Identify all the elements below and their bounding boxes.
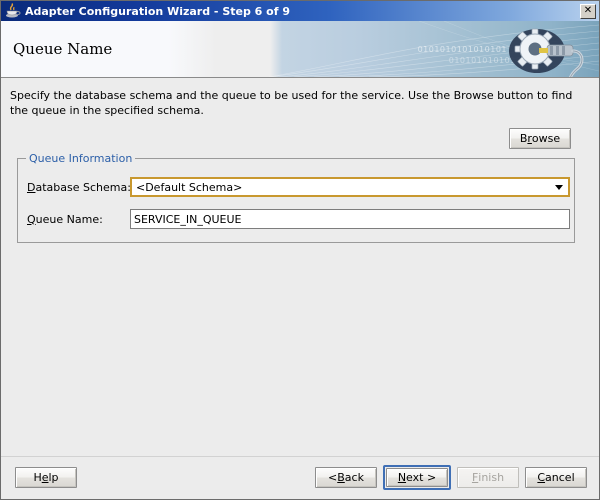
queue-name-input[interactable] — [130, 209, 570, 229]
java-cup-icon — [5, 3, 21, 19]
finish-button: Finish — [457, 467, 519, 488]
next-label-post: ext > — [406, 471, 437, 484]
banner-binary-text: 0101010101010101 — [417, 45, 507, 54]
page-title: Queue Name — [13, 40, 113, 58]
page-description: Specify the database schema and the queu… — [10, 89, 573, 117]
queue-name-label-text: ueue Name: — [35, 212, 103, 226]
queue-information-group: Queue Information Database Schema: <Defa… — [17, 152, 575, 243]
close-icon[interactable]: ✕ — [580, 3, 596, 19]
footer-button-bar: He lp < Back Next > Finish Cancel — [1, 456, 599, 499]
cancel-button[interactable]: Cancel — [525, 467, 587, 488]
next-button[interactable]: Next > — [386, 468, 448, 487]
help-label-pre: H — [33, 471, 42, 484]
cancel-label-post: ancel — [545, 471, 575, 484]
database-schema-row: Database Schema: <Default Schema> — [18, 177, 574, 197]
next-mnemonic: N — [397, 471, 407, 484]
finish-label-post: inish — [478, 471, 505, 484]
help-button-wrap: He lp — [15, 467, 77, 488]
help-label-post: lp — [48, 471, 59, 484]
database-schema-label: Database Schema: — [18, 180, 131, 194]
help-button[interactable]: He lp — [15, 467, 77, 488]
browse-label-part-2: owse — [531, 132, 561, 145]
help-mnemonic: e — [41, 471, 49, 484]
gear-wrench-icon — [509, 28, 584, 77]
database-schema-value: <Default Schema> — [136, 180, 243, 194]
cancel-mnemonic: C — [537, 471, 546, 484]
browse-button-row: Br owse — [509, 128, 571, 149]
queue-name-mnemonic: Q — [27, 212, 36, 226]
navigation-buttons: < Back Next > Finish Cancel — [315, 465, 587, 490]
queue-name-label: Queue Name: — [18, 213, 130, 226]
window-title: Adapter Configuration Wizard - Step 6 of… — [25, 4, 290, 18]
content-area: Specify the database schema and the queu… — [1, 78, 599, 456]
title-bar: Adapter Configuration Wizard - Step 6 of… — [1, 1, 599, 21]
chevron-down-icon[interactable] — [550, 179, 568, 195]
browse-label-part-1: B — [519, 132, 528, 145]
queue-name-row: Queue Name: — [18, 209, 574, 229]
back-mnemonic: B — [337, 471, 345, 484]
next-button-focus-ring: Next > — [383, 465, 451, 490]
wizard-window: Adapter Configuration Wizard - Step 6 of… — [0, 0, 600, 500]
database-schema-label-text: atabase Schema: — [35, 180, 131, 194]
wizard-banner: Queue Name 0101010101010101 010101010101… — [1, 21, 599, 78]
back-label-post: ack — [344, 471, 364, 484]
back-button[interactable]: < Back — [315, 467, 377, 488]
browse-button[interactable]: Br owse — [509, 128, 571, 149]
back-label-pre: < — [328, 471, 338, 484]
group-title: Queue Information — [26, 152, 136, 165]
database-schema-combobox[interactable]: <Default Schema> — [130, 177, 570, 197]
